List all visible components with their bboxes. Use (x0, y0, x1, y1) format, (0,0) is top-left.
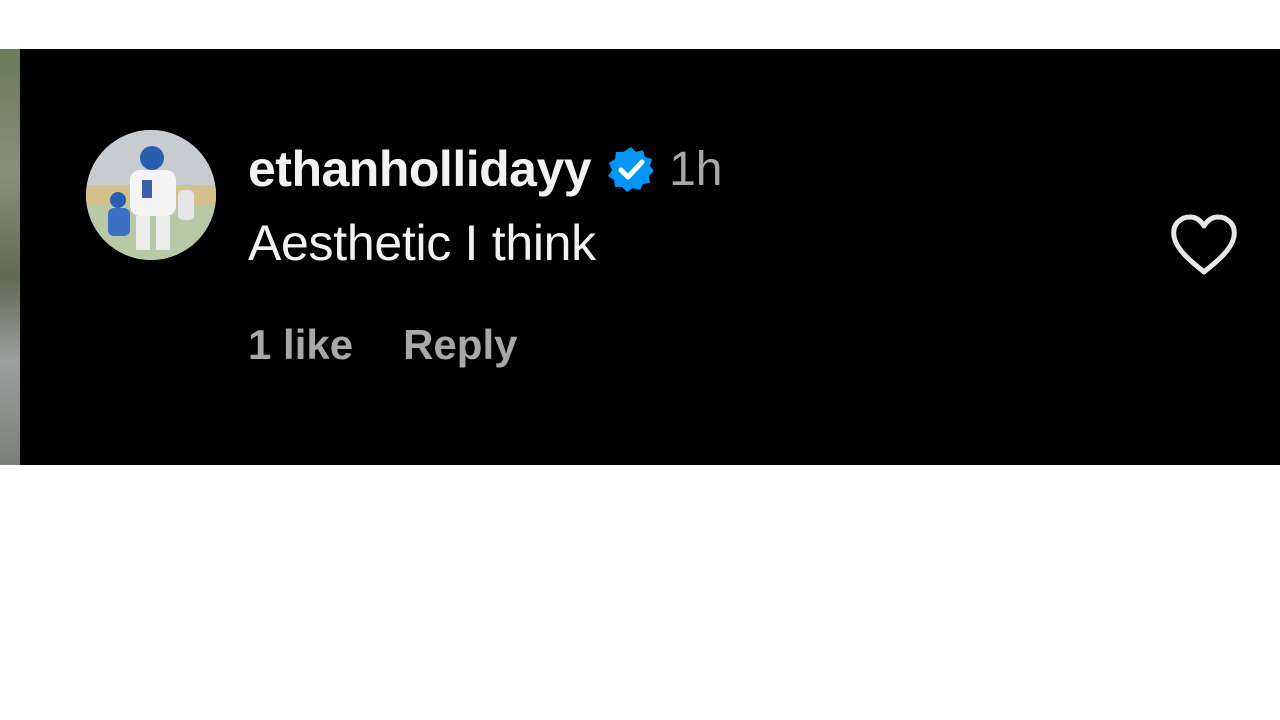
verified-badge-icon (608, 147, 655, 192)
heart-outline-icon[interactable] (1170, 214, 1238, 276)
comment-header: ethanhollidayy 1h (248, 139, 722, 199)
comment-actions: 1 like Reply (248, 321, 517, 369)
username-link[interactable]: ethanhollidayy (248, 140, 592, 198)
avatar-photo (86, 130, 216, 260)
avatar[interactable] (86, 130, 216, 260)
reply-button[interactable]: Reply (403, 321, 517, 369)
screenshot-canvas: ethanhollidayy 1h Aesthetic I think 1 li… (0, 0, 1280, 720)
comment-item: ethanhollidayy 1h Aesthetic I think 1 li… (20, 49, 1280, 465)
like-count[interactable]: 1 like (248, 321, 353, 369)
comment-timestamp: 1h (669, 142, 723, 196)
background-photo-edge (0, 49, 20, 465)
comment-text: Aesthetic I think (248, 215, 596, 271)
